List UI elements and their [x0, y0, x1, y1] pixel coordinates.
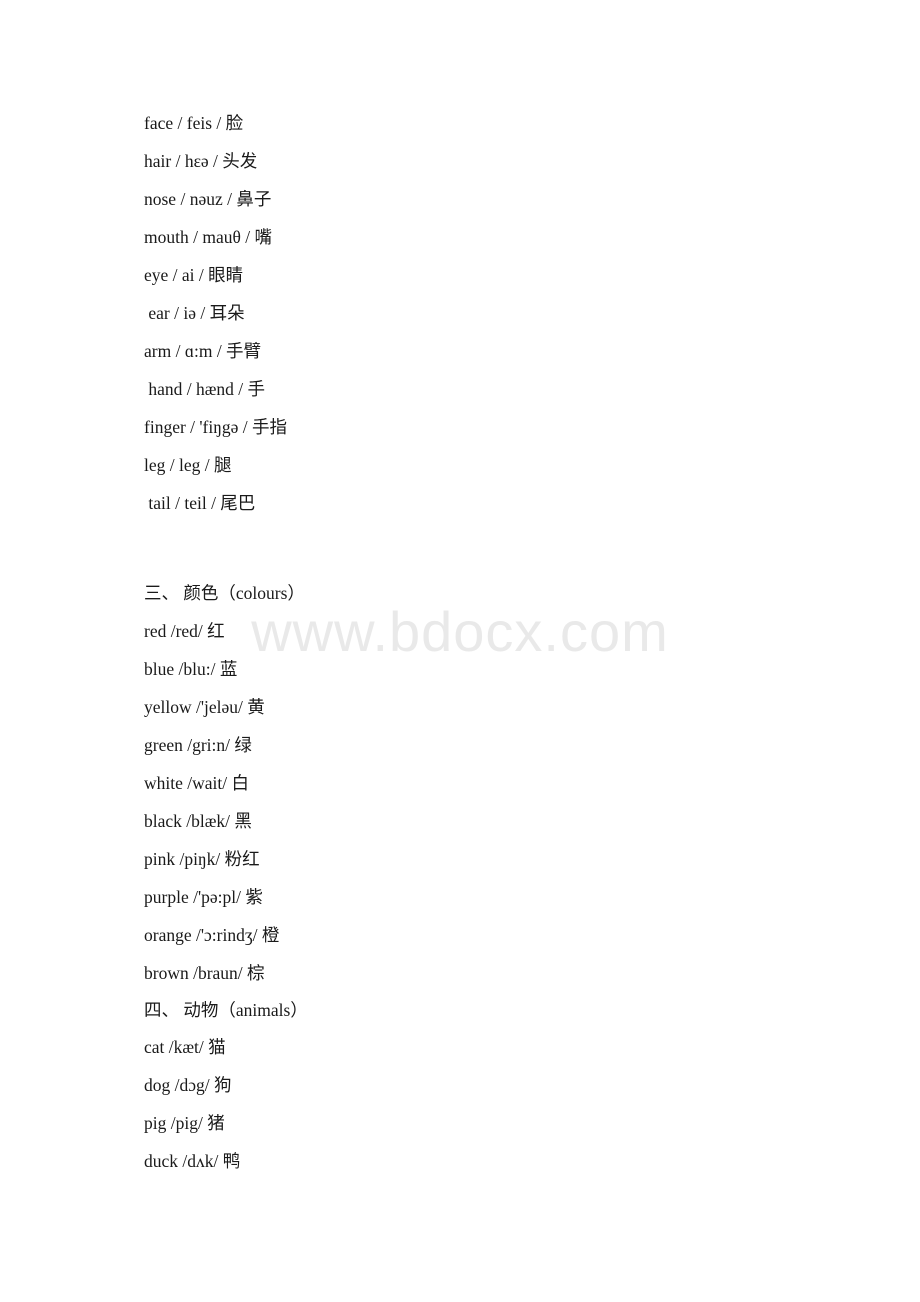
vocabulary-entry: eye / ai / 眼睛: [144, 265, 244, 285]
vocabulary-entry: cat /kæt/ 猫: [144, 1037, 226, 1057]
vocabulary-entry: blue /blu:/ 蓝: [144, 659, 238, 679]
vocabulary-entry: face / feis / 脸: [144, 113, 244, 133]
section-heading-animals: 四、 动物（animals）: [144, 1000, 308, 1020]
vocabulary-entry: yellow /'jeləu/ 黄: [144, 697, 265, 717]
vocabulary-entry: mouth / mauθ / 嘴: [144, 227, 272, 247]
vocabulary-entry: green /gri:n/ 绿: [144, 735, 252, 755]
section-heading-colours: 三、 颜色（colours）: [144, 583, 305, 603]
vocabulary-entry: brown /braun/ 棕: [144, 963, 265, 983]
document-page: www.bdocx.com face / feis / 脸 hair / hɛə…: [0, 0, 920, 1302]
vocabulary-entry: hand / hænd / 手: [144, 379, 266, 399]
document-body: face / feis / 脸 hair / hɛə / 头发 nose / n…: [144, 104, 844, 1180]
section-animals: 四、 动物（animals） cat /kæt/ 猫 dog /dɔg/ 狗 p…: [144, 992, 844, 1180]
vocabulary-entry: finger / 'fiŋgə / 手指: [144, 417, 288, 437]
section-body-parts: face / feis / 脸 hair / hɛə / 头发 nose / n…: [144, 104, 844, 522]
section-colours: 三、 颜色（colours） red /red/ 红 blue /blu:/ 蓝…: [144, 574, 844, 992]
vocabulary-entry: arm / ɑ:m / 手臂: [144, 341, 262, 361]
vocabulary-entry: tail / teil / 尾巴: [144, 493, 256, 513]
vocabulary-entry: pig /pig/ 猪: [144, 1113, 225, 1133]
vocabulary-entry: ear / iə / 耳朵: [144, 303, 245, 323]
vocabulary-entry: dog /dɔg/ 狗: [144, 1075, 232, 1095]
vocabulary-entry: hair / hɛə / 头发: [144, 151, 258, 171]
vocabulary-entry: black /blæk/ 黑: [144, 811, 252, 831]
vocabulary-entry: pink /piŋk/ 粉红: [144, 849, 260, 869]
vocabulary-entry: red /red/ 红: [144, 621, 225, 641]
vocabulary-entry: orange /'ɔ:rindʒ/ 橙: [144, 925, 280, 945]
vocabulary-entry: duck /dʌk/ 鸭: [144, 1151, 241, 1171]
vocabulary-entry: purple /'pə:pl/ 紫: [144, 887, 263, 907]
vocabulary-entry: white /wait/ 白: [144, 773, 249, 793]
vocabulary-entry: nose / nəuz / 鼻子: [144, 189, 272, 209]
vocabulary-entry: leg / leg / 腿: [144, 455, 232, 475]
